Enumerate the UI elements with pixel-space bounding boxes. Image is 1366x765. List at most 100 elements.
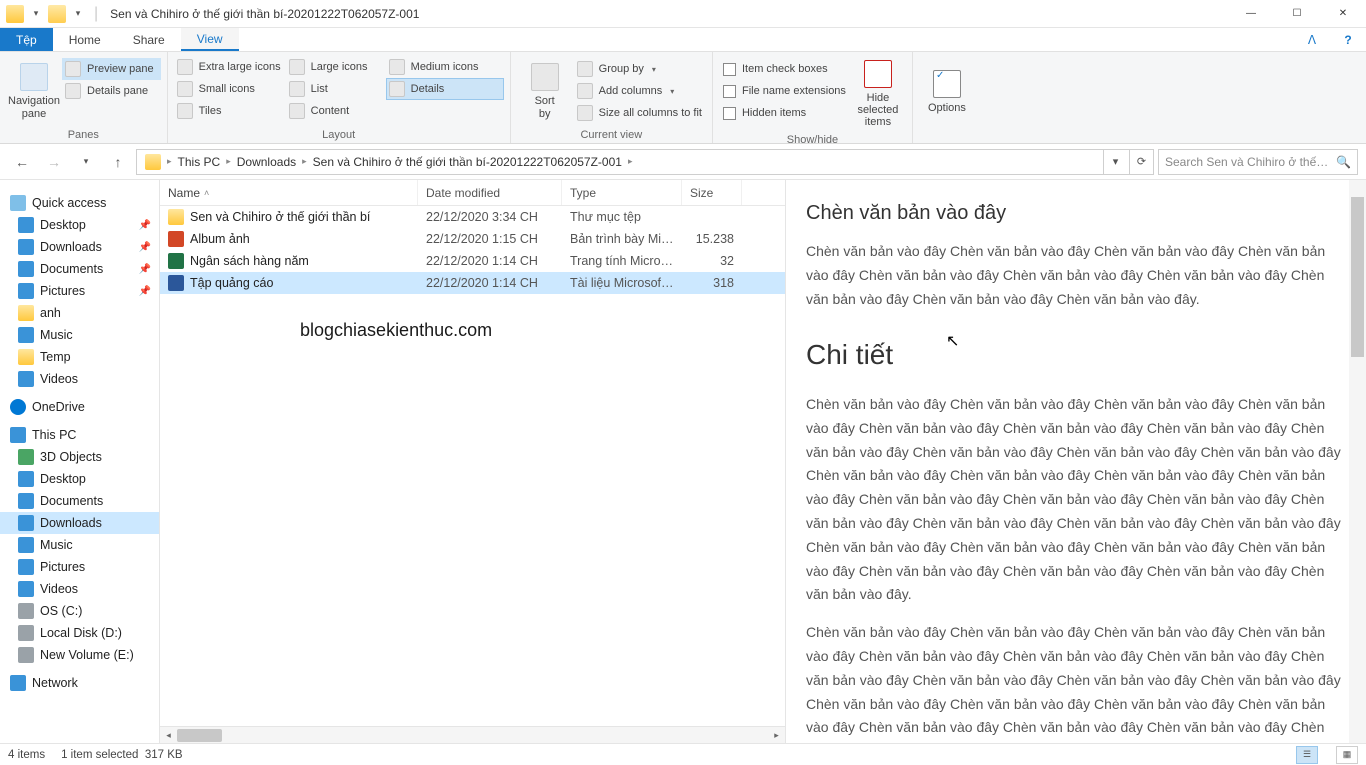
file-row[interactable]: Ngân sách hàng năm22/12/2020 1:14 CHTran…	[160, 250, 785, 272]
search-placeholder: Search Sen và Chihiro ở thế gi…	[1165, 155, 1330, 169]
horizontal-scrollbar[interactable]: ◂ ▸	[160, 726, 785, 743]
file-row[interactable]: Tập quảng cáo22/12/2020 1:14 CHTài liệu …	[160, 272, 785, 294]
scroll-right-icon[interactable]: ▸	[768, 727, 785, 744]
preview-pane-button[interactable]: Preview pane	[62, 58, 161, 80]
navigation-pane[interactable]: Quick access Desktop📌 Downloads📌 Documen…	[0, 180, 160, 743]
nav-pc-desktop[interactable]: Desktop	[0, 468, 159, 490]
scroll-thumb[interactable]	[1351, 197, 1364, 357]
nav-pictures[interactable]: Pictures📌	[0, 280, 159, 302]
nav-folder-anh[interactable]: anh	[0, 302, 159, 324]
column-header-size[interactable]: Size	[682, 180, 742, 205]
history-dropdown-icon[interactable]: ▾	[72, 148, 100, 176]
nav-documents[interactable]: Documents📌	[0, 258, 159, 280]
details-pane-button[interactable]: Details pane	[62, 80, 161, 102]
nav-drive-e[interactable]: New Volume (E:)	[0, 644, 159, 666]
nav-desktop[interactable]: Desktop📌	[0, 214, 159, 236]
column-header-type[interactable]: Type	[562, 180, 682, 205]
nav-pc-documents[interactable]: Documents	[0, 490, 159, 512]
details-view-button[interactable]: ☰	[1296, 746, 1318, 764]
scroll-left-icon[interactable]: ◂	[160, 727, 177, 744]
chevron-right-icon[interactable]: ▸	[302, 156, 307, 167]
qat-dropdown-icon[interactable]: ▾	[26, 4, 46, 24]
downloads-icon	[18, 515, 34, 531]
size-all-columns-button[interactable]: Size all columns to fit	[573, 102, 706, 124]
tab-file[interactable]: Tệp	[0, 28, 53, 51]
file-row[interactable]: Sen và Chihiro ở thế giới thần bí22/12/2…	[160, 206, 785, 228]
back-button[interactable]: ←	[8, 148, 36, 176]
group-by-icon	[577, 61, 593, 77]
refresh-button[interactable]: ⟳	[1129, 150, 1153, 174]
file-row[interactable]: Album ảnh22/12/2020 1:15 CHBản trình bày…	[160, 228, 785, 250]
ribbon-group-show-hide: Item check boxes File name extensions Hi…	[713, 52, 913, 143]
nav-pc-videos[interactable]: Videos	[0, 578, 159, 600]
file-name: Album ảnh	[190, 232, 250, 246]
minimize-button[interactable]: —	[1228, 0, 1274, 28]
nav-pc-downloads[interactable]: Downloads	[0, 512, 159, 534]
group-by-button[interactable]: Group by▾	[573, 58, 706, 80]
nav-this-pc[interactable]: This PC	[0, 424, 159, 446]
tab-home[interactable]: Home	[53, 28, 117, 51]
qat-folder-icon[interactable]	[48, 5, 66, 23]
watermark-text: blogchiasekienthuc.com	[300, 320, 492, 341]
add-columns-icon	[577, 83, 593, 99]
nav-pc-music[interactable]: Music	[0, 534, 159, 556]
layout-extra-large-button[interactable]: Extra large icons	[174, 56, 286, 78]
tab-share[interactable]: Share	[117, 28, 181, 51]
help-icon[interactable]: ?	[1330, 28, 1366, 51]
layout-small-button[interactable]: Small icons	[174, 78, 286, 100]
pc-icon	[10, 427, 26, 443]
sort-by-button[interactable]: Sort by	[517, 56, 573, 127]
nav-3d-objects[interactable]: 3D Objects	[0, 446, 159, 468]
nav-quick-access[interactable]: Quick access	[0, 192, 159, 214]
nav-drive-d[interactable]: Local Disk (D:)	[0, 622, 159, 644]
window-title: Sen và Chihiro ở thế giới thần bí-202012…	[102, 7, 419, 21]
ribbon-collapse-icon[interactable]: ᐱ	[1294, 28, 1330, 51]
layout-details-button[interactable]: Details	[386, 78, 504, 100]
scroll-thumb[interactable]	[177, 729, 222, 742]
nav-pc-pictures[interactable]: Pictures	[0, 556, 159, 578]
hide-selected-button[interactable]: Hide selected items	[850, 56, 906, 132]
chevron-right-icon[interactable]: ▸	[226, 156, 231, 167]
breadcrumb[interactable]: ▸ This PC ▸ Downloads ▸ Sen và Chihiro ở…	[136, 149, 1154, 175]
file-extensions-toggle[interactable]: File name extensions	[719, 80, 850, 102]
large-icons-view-button[interactable]: ▦	[1336, 746, 1358, 764]
layout-large-button[interactable]: Large icons	[286, 56, 386, 78]
nav-videos[interactable]: Videos	[0, 368, 159, 390]
folder-icon	[18, 349, 34, 365]
tab-view[interactable]: View	[181, 28, 239, 51]
item-checkboxes-toggle[interactable]: Item check boxes	[719, 58, 850, 80]
options-button[interactable]: Options	[919, 56, 975, 127]
up-button[interactable]: ↑	[104, 148, 132, 176]
chevron-right-icon[interactable]: ▸	[167, 156, 172, 167]
breadcrumb-segment[interactable]: Sen và Chihiro ở thế giới thần bí-202012…	[309, 150, 626, 174]
vertical-scrollbar[interactable]	[1349, 180, 1366, 743]
nav-drive-c[interactable]: OS (C:)	[0, 600, 159, 622]
checkbox-icon	[723, 85, 736, 98]
search-input[interactable]: Search Sen và Chihiro ở thế gi… 🔍	[1158, 149, 1358, 175]
breadcrumb-segment[interactable]: This PC	[174, 150, 225, 174]
layout-medium-button[interactable]: Medium icons	[386, 56, 504, 78]
column-header-name[interactable]: Name˄	[160, 180, 418, 205]
add-columns-button[interactable]: Add columns▾	[573, 80, 706, 102]
nav-downloads[interactable]: Downloads📌	[0, 236, 159, 258]
layout-tiles-button[interactable]: Tiles	[174, 100, 286, 122]
cloud-icon	[10, 399, 26, 415]
forward-button[interactable]: →	[40, 148, 68, 176]
address-dropdown-icon[interactable]: ▾	[1103, 150, 1127, 174]
maximize-button[interactable]: ☐	[1274, 0, 1320, 28]
nav-network[interactable]: Network	[0, 672, 159, 694]
qat-customize-icon[interactable]: ▾	[68, 4, 88, 24]
chevron-right-icon[interactable]: ▸	[628, 156, 633, 167]
column-header-date[interactable]: Date modified	[418, 180, 562, 205]
layout-content-button[interactable]: Content	[286, 100, 386, 122]
nav-temp[interactable]: Temp	[0, 346, 159, 368]
nav-music[interactable]: Music	[0, 324, 159, 346]
ribbon-group-label: Layout	[174, 127, 504, 141]
nav-onedrive[interactable]: OneDrive	[0, 396, 159, 418]
layout-list-button[interactable]: List	[286, 78, 386, 100]
navigation-pane-button[interactable]: Navigation pane	[6, 56, 62, 127]
doc-icon	[168, 275, 184, 291]
hidden-items-toggle[interactable]: Hidden items	[719, 102, 850, 124]
close-button[interactable]: ✕	[1320, 0, 1366, 28]
breadcrumb-segment[interactable]: Downloads	[233, 150, 300, 174]
